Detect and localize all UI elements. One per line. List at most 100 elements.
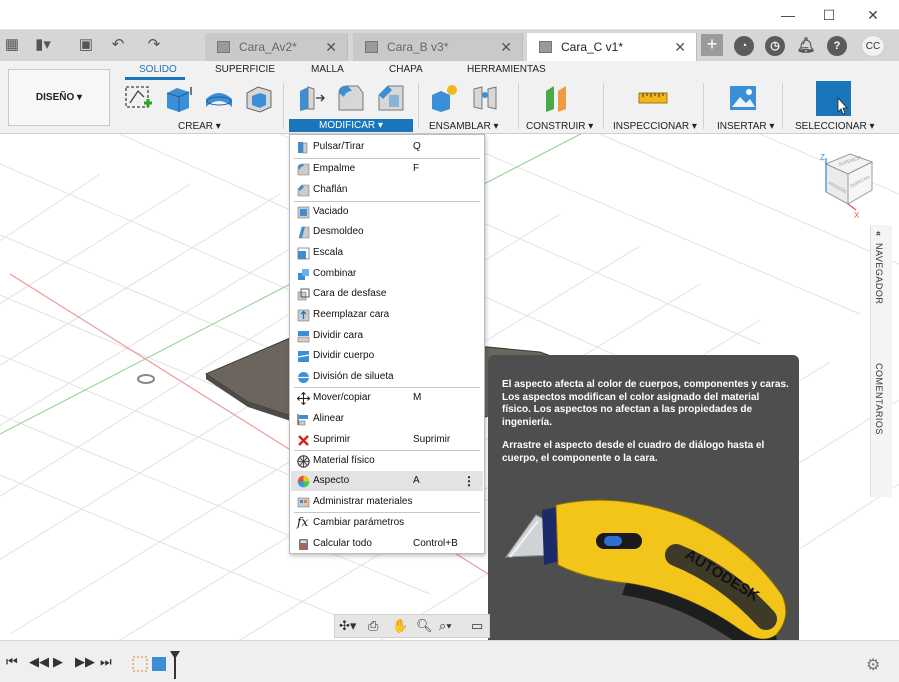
step-back-icon[interactable]: ◀◀: [29, 654, 49, 670]
measure-icon[interactable]: [638, 83, 668, 113]
close-tab-icon[interactable]: ✕: [325, 33, 337, 61]
fillet-tool-icon[interactable]: [336, 83, 366, 113]
tab-cara-c[interactable]: Cara_C v1* ✕: [527, 33, 697, 61]
close-tab-icon[interactable]: ✕: [500, 33, 512, 61]
minimize-button[interactable]: —: [771, 4, 805, 26]
assemble-group-label[interactable]: ENSAMBLAR ▾: [429, 121, 498, 132]
menu-item-split-body[interactable]: Dividir cuerpo: [291, 346, 483, 366]
right-side-panel: « NAVEGADOR COMENTARIOS: [870, 225, 892, 497]
chamfer-tool-icon[interactable]: [376, 83, 406, 113]
inspect-group-label[interactable]: INSPECCIONAR ▾: [613, 121, 697, 132]
press-pull-tool-icon[interactable]: [296, 83, 326, 113]
extrude-icon[interactable]: [163, 83, 193, 113]
tab-title: Cara_Av2*: [239, 40, 297, 54]
tab-cara-a[interactable]: Cara_Av2* ✕: [205, 33, 348, 61]
workspace-dropdown[interactable]: DISEÑO ▾: [8, 69, 110, 126]
menu-item-replace-face[interactable]: Reemplazar cara: [291, 305, 483, 325]
close-window-button[interactable]: ✕: [856, 4, 890, 26]
job-status-icon[interactable]: ◷: [765, 36, 785, 56]
more-options-icon[interactable]: ⋮: [463, 471, 475, 491]
display-settings-icon[interactable]: ▭: [471, 618, 483, 634]
joint-icon[interactable]: [470, 83, 500, 113]
menu-item-offset-face[interactable]: Cara de desfase: [291, 284, 483, 304]
extensions-icon[interactable]: ◔: [734, 36, 754, 56]
fit-icon[interactable]: ⌕▾: [439, 618, 452, 634]
go-to-start-icon[interactable]: ⏮: [6, 654, 18, 670]
menu-item-align[interactable]: Alinear: [291, 409, 483, 429]
notifications-icon[interactable]: 🔔︎: [796, 36, 816, 56]
tab-cara-b[interactable]: Cara_B v3* ✕: [353, 33, 523, 61]
menu-item-physical-material[interactable]: Material físico: [291, 451, 483, 471]
pan-icon[interactable]: ✋: [392, 618, 408, 634]
orbit-icon[interactable]: ✣▾: [339, 618, 356, 634]
chamfer-icon: [297, 184, 310, 197]
file-menu-icon[interactable]: ▮▾: [33, 35, 53, 55]
maximize-button[interactable]: ☐: [812, 4, 846, 26]
tab-herramientas[interactable]: HERRAMIENTAS: [467, 64, 546, 75]
offset-plane-icon[interactable]: [542, 83, 572, 113]
menu-item-chamfer[interactable]: Chaflán: [291, 180, 483, 200]
navigator-tab[interactable]: NAVEGADOR: [874, 243, 884, 304]
menu-item-appearance[interactable]: Aspecto A ⋮: [291, 471, 483, 491]
menu-item-press-pull[interactable]: Pulsar/Tirar Q: [291, 137, 483, 157]
viewcube-x-label: X: [854, 211, 860, 220]
create-sketch-icon[interactable]: [124, 83, 154, 113]
tab-superficie[interactable]: SUPERFICIE: [215, 64, 275, 75]
component-icon: [539, 41, 552, 53]
menu-item-shell[interactable]: Vaciado: [291, 202, 483, 222]
timeline-settings-icon[interactable]: ⚙: [866, 655, 880, 675]
tab-malla[interactable]: MALLA: [311, 64, 344, 75]
revolve-icon[interactable]: [204, 83, 234, 113]
menu-item-scale[interactable]: Escala: [291, 243, 483, 263]
press-pull-icon: [298, 142, 308, 154]
construct-group-label[interactable]: CONSTRUIR ▾: [526, 121, 593, 132]
undo-icon[interactable]: ↶: [108, 35, 128, 55]
compute-all-icon: [299, 539, 308, 550]
select-icon[interactable]: [816, 81, 851, 116]
insert-group-label[interactable]: INSERTAR ▾: [717, 121, 774, 132]
redo-icon[interactable]: ↷: [144, 35, 164, 55]
menu-item-delete[interactable]: Suprimir Suprimir: [291, 430, 483, 450]
timeline-bar: ⏮ ◀◀ ▶ ▶▶ ⏭ ⚙: [0, 640, 899, 682]
split-face-icon: [297, 331, 310, 343]
look-at-icon[interactable]: ⎙: [368, 618, 378, 634]
modify-group-label[interactable]: MODIFICAR ▾: [289, 119, 413, 132]
component-icon: [365, 41, 378, 53]
tooltip-description: El aspecto afecta al color de cuerpos, c…: [502, 379, 789, 428]
step-forward-icon[interactable]: ▶▶: [75, 654, 95, 670]
toolbar-separator: [283, 83, 284, 129]
new-component-icon[interactable]: [429, 83, 459, 113]
timeline-features[interactable]: [130, 651, 184, 679]
toolbar-separator: [418, 83, 419, 129]
toolbar-separator: [518, 83, 519, 129]
menu-item-change-parameters[interactable]: fx Cambiar parámetros: [291, 513, 483, 533]
new-tab-button[interactable]: +: [701, 34, 723, 56]
help-icon[interactable]: ?: [827, 36, 847, 56]
create-group-label[interactable]: CREAR ▾: [178, 121, 221, 132]
zoom-icon[interactable]: 🔍︎: [416, 618, 433, 634]
menu-item-draft[interactable]: Desmoldeo: [291, 222, 483, 242]
tab-solido[interactable]: SOLIDO: [139, 64, 177, 75]
user-avatar[interactable]: CC: [861, 35, 885, 57]
app-grid-icon[interactable]: ▦: [2, 35, 22, 55]
save-icon[interactable]: ▣: [76, 35, 96, 55]
shell-tool-icon[interactable]: [244, 83, 274, 113]
play-icon[interactable]: ▶: [53, 654, 63, 670]
comments-tab[interactable]: COMENTARIOS: [874, 363, 884, 435]
menu-item-silhouette-split[interactable]: División de silueta: [291, 367, 483, 387]
select-group-label[interactable]: SELECCIONAR ▾: [795, 121, 874, 132]
tab-chapa[interactable]: CHAPA: [389, 64, 423, 75]
collapse-chevron-icon[interactable]: «: [874, 231, 884, 237]
close-tab-icon[interactable]: ✕: [674, 33, 686, 61]
combine-icon: [298, 269, 309, 280]
menu-item-manage-materials[interactable]: Administrar materiales: [291, 492, 483, 512]
menu-item-split-face[interactable]: Dividir cara: [291, 326, 483, 346]
menu-item-move-copy[interactable]: Mover/copiar M: [291, 388, 483, 408]
menu-item-combine[interactable]: Combinar: [291, 264, 483, 284]
viewcube[interactable]: Z X SUPERIOR FRONTAL DERECHA: [820, 153, 874, 220]
insert-image-icon[interactable]: [728, 83, 758, 113]
menu-item-fillet[interactable]: Empalme F: [291, 159, 483, 179]
go-to-end-icon[interactable]: ⏭: [100, 654, 112, 670]
toolbar-separator: [603, 83, 604, 129]
menu-item-compute-all[interactable]: Calcular todo Control+B: [291, 534, 483, 554]
